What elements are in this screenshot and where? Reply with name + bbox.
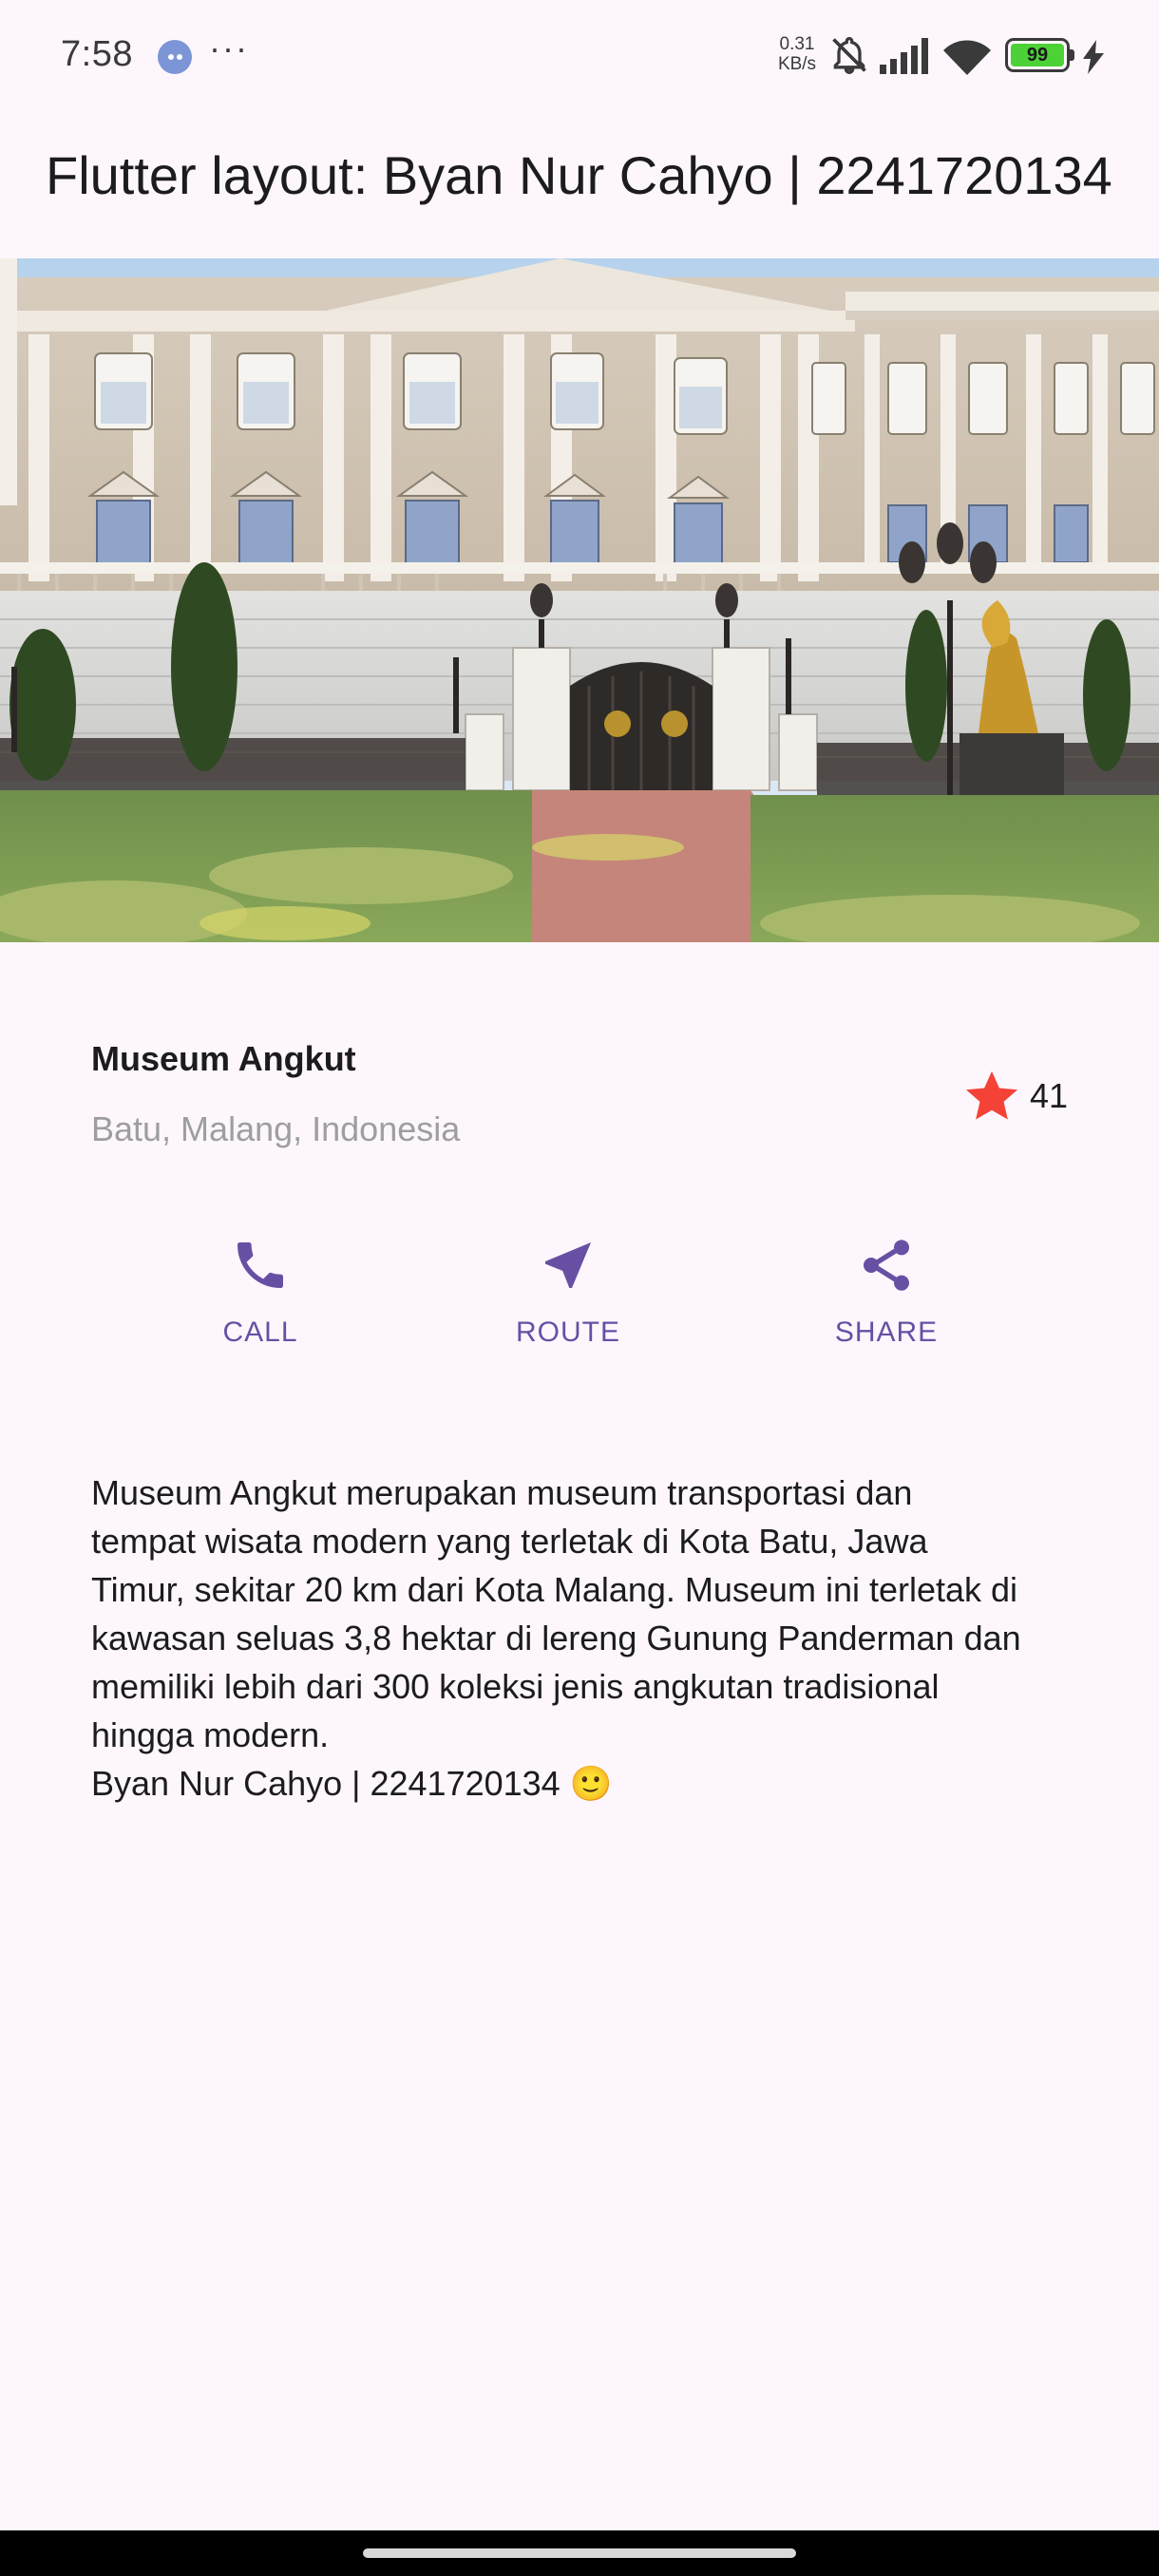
museum-photo xyxy=(0,258,1159,942)
route-button-label: ROUTE xyxy=(516,1316,620,1348)
app-bar: Flutter layout: Byan Nur Cahyo | 2241720… xyxy=(0,123,1159,237)
title-section: Museum Angkut Batu, Malang, Indonesia 41 xyxy=(91,1035,1068,1159)
share-button-label: SHARE xyxy=(834,1316,939,1348)
call-button[interactable]: CALL xyxy=(156,1235,365,1349)
status-time: 7:58 xyxy=(61,34,133,74)
route-button[interactable]: ROUTE xyxy=(464,1235,673,1349)
place-location: Batu, Malang, Indonesia xyxy=(91,1109,461,1148)
rating-count: 41 xyxy=(1029,1076,1068,1115)
share-button[interactable]: SHARE xyxy=(782,1235,991,1349)
page-title: Flutter layout: Byan Nur Cahyo | 2241720… xyxy=(46,145,1112,205)
battery-level: 99 xyxy=(1011,44,1064,66)
status-bar: 7:58 ··· 0.31 KB/s 99 xyxy=(0,0,1159,114)
app-screen: 7:58 ··· 0.31 KB/s 99 Flutter layout: By… xyxy=(0,0,1159,2576)
button-section: CALL ROUTE SHARE xyxy=(0,1235,1159,1387)
more-notifications-icon: ··· xyxy=(209,28,249,67)
share-icon xyxy=(864,1240,909,1291)
muted-bell-icon xyxy=(832,37,866,74)
network-speed: 0.31 KB/s xyxy=(777,34,817,74)
system-nav-bar xyxy=(0,2530,1159,2576)
place-name: Museum Angkut xyxy=(91,1039,356,1078)
battery-icon: 99 xyxy=(1005,38,1074,72)
notification-icon xyxy=(158,40,192,74)
rating: 41 xyxy=(961,1066,1068,1127)
home-gesture-handle[interactable] xyxy=(363,2548,796,2558)
signal-icon xyxy=(880,38,928,74)
call-button-label: CALL xyxy=(222,1316,298,1348)
description-text: Museum Angkut merupakan museum transport… xyxy=(91,1473,1021,1803)
charging-icon xyxy=(1083,40,1104,74)
near-me-icon xyxy=(545,1242,591,1288)
star-icon xyxy=(965,1070,1018,1120)
wifi-icon xyxy=(943,40,991,75)
phone-icon xyxy=(238,1242,283,1288)
